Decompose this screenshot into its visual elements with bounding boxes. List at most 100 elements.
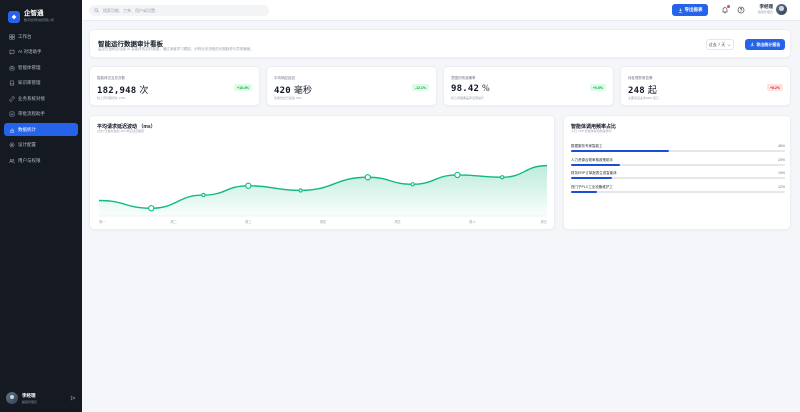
kpi-change-badge: +8.2% <box>766 84 783 91</box>
link-icon <box>9 95 15 102</box>
chart-point[interactable] <box>454 171 461 179</box>
ranking-bar-fill <box>571 163 621 166</box>
ranking-percent: 19% <box>777 171 785 175</box>
chat-icon <box>9 49 15 55</box>
kpi-change-badge: +18.4% <box>234 84 252 91</box>
topbar-user-role: 超级管理员 <box>758 9 774 14</box>
ranking-row: 人力资源合规审核政策助手 23% <box>571 158 785 172</box>
x-tick-label: 周四 <box>320 219 326 224</box>
kpi-note: 核心意图覆盖率显著提升 <box>451 96 485 100</box>
book-icon <box>9 80 15 86</box>
download-icon <box>678 8 682 13</box>
sidebar-item[interactable]: 知识库管理 <box>4 77 78 90</box>
kpi-value: 420 毫秒 <box>274 85 313 96</box>
agent-ranking-card: 智能体调用频率占比 今日 TOP 智能体使用热度排行 数据服务专家智能工 46% 人… <box>563 115 791 230</box>
sidebar-item-label: 智能体管理 <box>18 64 41 70</box>
kpi-change-badge: -12.1% <box>411 84 429 91</box>
kpi-label: 智能体交互总次数 <box>97 76 125 80</box>
sidebar-item-label: 业务系统对接 <box>18 95 45 101</box>
kpi-card: 意图识别准确率 98.42% +0.5% 核心意图覆盖率显著提升 <box>443 66 614 106</box>
chevron-down-icon <box>727 43 731 46</box>
sidebar-item-label: 用户与权限 <box>18 157 41 163</box>
sidebar-item[interactable]: 用户与权限 <box>4 154 78 167</box>
sidebar-item-label: 审批流程助手 <box>18 111 45 116</box>
x-tick-label: 周三 <box>245 219 251 224</box>
kpi-value: 248 起 <box>628 85 658 96</box>
ranking-row: 西门子PLC工业设备维护工 12% <box>571 185 785 199</box>
bot-icon <box>9 65 15 70</box>
logout-icon[interactable] <box>70 395 76 401</box>
chart-area-fill <box>99 165 547 216</box>
sidebar-item-label: 设计配置 <box>18 142 36 147</box>
export-statistics-button[interactable]: 导出统计报告 <box>745 39 785 50</box>
kpi-label: 意图识别准确率 <box>451 76 476 80</box>
sidebar-item[interactable]: 设计配置 <box>4 139 78 152</box>
sidebar-item[interactable]: 数据统计 <box>4 123 78 136</box>
ranking-row: 财务ERP订单报表生成智能体 19% <box>571 171 785 185</box>
chart-point[interactable] <box>245 182 252 189</box>
sidebar-user[interactable]: 李经理 超级管理员 <box>6 392 76 404</box>
ranking-percent: 46% <box>777 144 785 148</box>
chart-point[interactable] <box>201 192 206 198</box>
export-report-label: 导出报表 <box>684 7 703 12</box>
dashboard-header: 智能运行数据审计看板 监控在途和企业级 AI 智能体的实时数据，通过深度学习模型… <box>89 29 791 58</box>
brand: 企智通 数字经济科技有限公司 <box>0 0 82 26</box>
sidebar: 企智通 数字经济科技有限公司 工作台 AI 对话助手智能体管理知识库管理业务系统对… <box>0 0 82 412</box>
sidebar-nav: 工作台 AI 对话助手智能体管理知识库管理业务系统对接 审批流程助手数据统计设计配置… <box>0 30 82 167</box>
ranking-bar-track <box>571 177 785 179</box>
chart-point[interactable] <box>500 175 505 180</box>
check-icon <box>9 111 15 117</box>
sidebar-user-name: 李经理 <box>22 392 36 398</box>
page-subtitle: 监控在途和企业级 AI 智能体的实时数据，通过深度学习模型，识别业务流程的长期趋… <box>98 47 254 51</box>
search-icon <box>94 8 99 13</box>
ranking-subtitle: 今日 TOP 智能体使用热度排行 <box>571 129 612 133</box>
sidebar-item-label: 知识库管理 <box>18 80 41 85</box>
x-tick-label: 周五 <box>394 219 401 224</box>
kpi-change-badge: +0.5% <box>589 84 606 91</box>
x-tick-label: 周日 <box>541 219 547 224</box>
avatar <box>6 392 18 404</box>
topbar: 导出报表 李经理 超级管理员 <box>82 0 800 21</box>
logo-icon <box>8 10 20 23</box>
ranking-name: 西门子PLC工业设备维护工 <box>571 184 613 189</box>
sidebar-item[interactable]: 工作台 <box>4 30 78 43</box>
app-subtitle: 数字经济科技有限公司 <box>24 17 55 22</box>
ranking-name: 人力资源合规审核政策助手 <box>571 157 613 162</box>
chart-point[interactable] <box>364 174 371 181</box>
sidebar-item[interactable]: 智能体管理 <box>4 61 78 74</box>
date-range-value: 过去 7 天 <box>708 41 726 47</box>
ranking-bar-track <box>571 190 785 193</box>
kpi-card: 待处理异常告警 248 起 +8.2% 主要来自业务ERP 接口 <box>620 66 791 106</box>
sidebar-item[interactable]: 审批流程助手 <box>4 108 78 121</box>
chart-point[interactable] <box>410 182 415 187</box>
ranking-bar-fill <box>571 190 597 193</box>
chart-point[interactable] <box>298 188 303 193</box>
ranking-list: 数据服务专家智能工 46% 人力资源合规审核政策助手 23% 财务ERP订单报表生成智能… <box>571 144 785 198</box>
search-box[interactable] <box>89 5 269 16</box>
kpi-value: 182,948 次 <box>97 85 149 96</box>
kpi-card: 平均响应延迟 420 毫秒 -12.1% 性能优化已提速 15% <box>266 66 437 106</box>
chart-icon <box>9 128 15 132</box>
grid-icon <box>9 33 15 40</box>
ranking-bar-track <box>571 163 785 166</box>
ranking-percent: 12% <box>777 184 785 189</box>
date-range-select[interactable]: 过去 7 天 <box>706 39 734 50</box>
chart-point[interactable] <box>148 205 155 212</box>
sidebar-item[interactable]: 业务系统对接 <box>4 92 78 105</box>
ranking-name: 数据服务专家智能工 <box>571 144 603 148</box>
export-report-button[interactable]: 导出报表 <box>672 4 708 16</box>
ranking-bar-fill <box>571 177 612 179</box>
kpi-card: 智能体交互总次数 182,948 次 +18.4% 较上周同期增长 2.8% <box>89 66 260 106</box>
x-tick-label: 周一 <box>99 219 106 224</box>
app-name: 企智通 <box>24 10 44 18</box>
download-icon <box>750 42 754 47</box>
help-icon[interactable] <box>737 6 745 14</box>
kpi-value: 98.42% <box>451 83 490 94</box>
search-input[interactable] <box>103 8 263 13</box>
sidebar-item[interactable]: AI 对话助手 <box>4 46 78 59</box>
kpi-label: 待处理异常告警 <box>628 76 653 80</box>
topbar-user[interactable]: 李经理 超级管理员 <box>758 4 788 15</box>
kpi-note: 性能优化已提速 15% <box>274 96 302 100</box>
ranking-row: 数据服务专家智能工 46% <box>571 144 785 158</box>
ranking-bar-track <box>571 150 785 152</box>
